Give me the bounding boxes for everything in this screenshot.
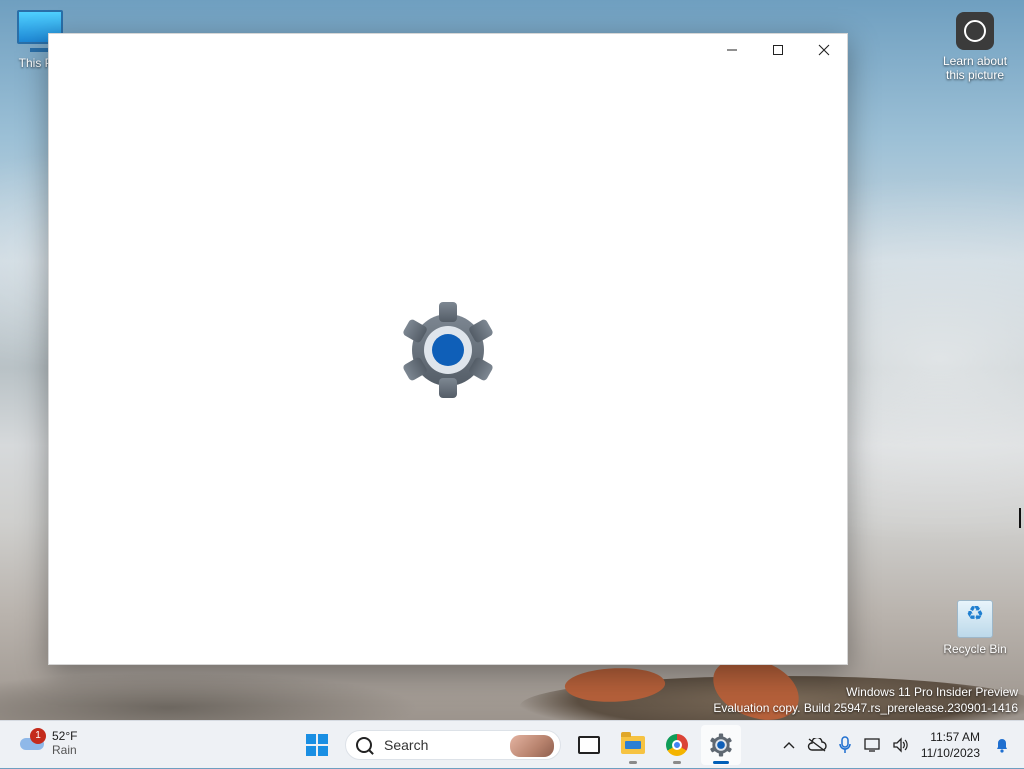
recycle-bin-icon bbox=[957, 600, 993, 638]
start-button[interactable] bbox=[297, 725, 337, 765]
maximize-button[interactable] bbox=[755, 34, 801, 66]
watermark-line-1: Windows 11 Pro Insider Preview bbox=[846, 685, 1018, 699]
clock-date: 11/10/2023 bbox=[920, 746, 980, 760]
settings-window bbox=[48, 33, 848, 665]
taskbar-search-box[interactable]: Search bbox=[345, 730, 561, 760]
close-icon bbox=[818, 44, 830, 56]
close-button[interactable] bbox=[801, 34, 847, 66]
notifications-button[interactable] bbox=[988, 731, 1016, 759]
desktop-icon-label: Learn about this picture bbox=[942, 54, 1008, 82]
file-explorer-button[interactable] bbox=[613, 725, 653, 765]
weather-condition: Rain bbox=[52, 743, 77, 757]
volume-button[interactable] bbox=[887, 731, 915, 759]
desktop-icon-label: Recycle Bin bbox=[943, 642, 1007, 656]
search-placeholder: Search bbox=[384, 737, 429, 753]
show-hidden-icons-button[interactable] bbox=[775, 731, 803, 759]
task-view-icon bbox=[574, 732, 600, 754]
task-view-button[interactable] bbox=[569, 725, 609, 765]
clock-time: 11:57 AM bbox=[930, 730, 980, 744]
evaluation-watermark: Windows 11 Pro Insider Preview Evaluatio… bbox=[713, 684, 1018, 716]
title-bar-controls bbox=[709, 34, 847, 66]
chrome-icon bbox=[666, 734, 688, 756]
mouse-cursor bbox=[1019, 508, 1024, 528]
search-icon bbox=[356, 737, 372, 753]
desktop-icon-learn-about-picture[interactable]: Learn about this picture bbox=[935, 12, 1015, 82]
maximize-icon bbox=[773, 45, 783, 55]
desktop-icon-recycle-bin[interactable]: Recycle Bin bbox=[935, 600, 1015, 656]
microphone-button[interactable] bbox=[831, 731, 859, 759]
learn-picture-icon bbox=[956, 12, 994, 50]
onedrive-button[interactable] bbox=[803, 731, 831, 759]
notification-badge: 1 bbox=[30, 728, 46, 744]
minimize-button[interactable] bbox=[709, 34, 755, 66]
windows-logo-icon bbox=[306, 734, 328, 756]
weather-temperature: 52°F bbox=[52, 729, 78, 743]
rain-cloud-icon: 1 bbox=[18, 728, 46, 752]
folder-icon bbox=[621, 732, 645, 754]
cloud-offline-icon bbox=[807, 738, 827, 752]
network-button[interactable] bbox=[859, 731, 887, 759]
bell-icon bbox=[997, 739, 1007, 753]
taskbar-apps: Search bbox=[295, 721, 743, 769]
clock[interactable]: 11:57 AM 11/10/2023 bbox=[921, 729, 980, 761]
network-icon bbox=[864, 738, 880, 752]
chevron-up-icon bbox=[783, 742, 795, 749]
watermark-line-2: Evaluation copy. Build 25947.rs_prerelea… bbox=[713, 701, 1018, 715]
chrome-button[interactable] bbox=[657, 725, 697, 765]
weather-widget[interactable]: 1 52°F Rain bbox=[18, 728, 78, 757]
settings-taskbar-button[interactable] bbox=[701, 725, 741, 765]
search-highlight-image bbox=[510, 735, 554, 757]
taskbar: 1 52°F Rain Search 11:57 AM 11/10/2023 bbox=[0, 720, 1024, 768]
system-tray: 11:57 AM 11/10/2023 bbox=[775, 721, 1016, 769]
settings-gear-icon bbox=[710, 733, 732, 757]
speaker-icon bbox=[893, 737, 908, 753]
microphone-icon bbox=[839, 736, 851, 753]
settings-gear-icon bbox=[398, 300, 498, 400]
minimize-icon bbox=[727, 49, 737, 51]
